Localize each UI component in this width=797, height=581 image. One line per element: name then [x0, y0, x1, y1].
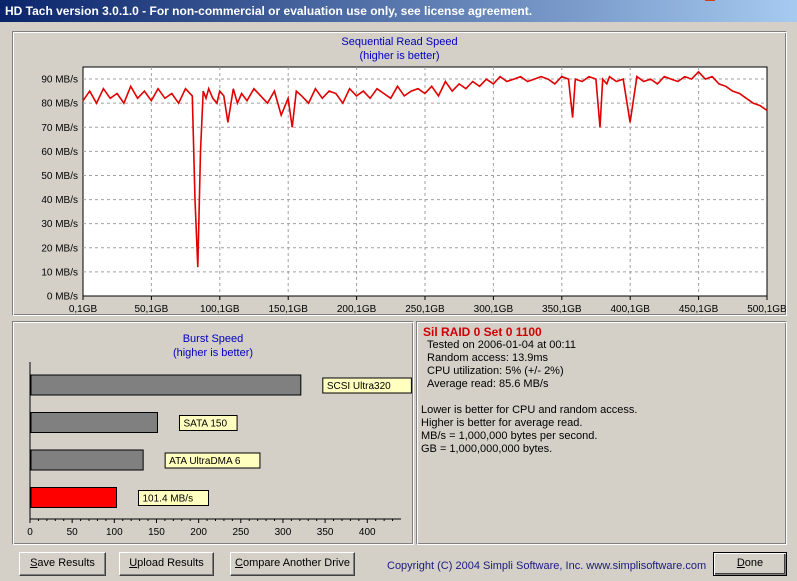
drive-name: Sil RAID 0 Set 0 1100 [423, 325, 542, 339]
seq-y-tick-label: 60 MB/s [41, 147, 78, 158]
burst-x-tick-label: 100 [106, 527, 123, 538]
burst-bar [30, 487, 117, 508]
seq-y-tick-label: 40 MB/s [41, 195, 78, 206]
burst-bar-label: SATA 150 [183, 419, 227, 430]
seq-x-tick-label: 250,1GB [405, 304, 445, 315]
burst-bar [30, 374, 302, 396]
seq-x-tick-label: 500,1GB [747, 304, 786, 315]
window-title: HD Tach version 3.0.1.0 - For non-commer… [5, 4, 533, 18]
random-access: Random access: 13.9ms [427, 352, 549, 364]
seq-y-tick-label: 20 MB/s [41, 243, 78, 254]
seq-y-tick-label: 50 MB/s [41, 171, 78, 182]
tested-date: Tested on 2006-01-04 at 00:11 [427, 339, 577, 351]
note-higher-better: Higher is better for average read. [421, 417, 583, 429]
burst-x-tick-label: 0 [27, 527, 33, 538]
burst-bar-label: ATA UltraDMA 6 [169, 456, 241, 467]
compare-accel-key: C [235, 557, 243, 569]
save-results-button[interactable]: Save Results [19, 552, 106, 576]
copyright-text: Copyright (C) 2004 Simpli Software, Inc.… [387, 560, 707, 572]
close-icon[interactable] [705, 0, 715, 1]
seq-x-tick-label: 100,1GB [200, 304, 240, 315]
burst-x-tick-label: 200 [190, 527, 207, 538]
average-read: Average read: 85.6 MB/s [427, 378, 549, 390]
done-accel-key: D [736, 557, 745, 569]
note-gb-def: GB = 1,000,000,000 bytes. [421, 443, 553, 455]
seq-x-tick-label: 350,1GB [542, 304, 582, 315]
note-mbs-def: MB/s = 1,000,000 bytes per second. [421, 430, 598, 442]
burst-speed-panel: Burst Speed (higher is better) 0 50 100 150… [12, 321, 414, 545]
save-label: ave Results [37, 557, 95, 569]
seq-x-tick-label: 450,1GB [679, 304, 719, 315]
sequential-read-panel: Sequential Read Speed (higher is better)… [12, 31, 787, 316]
upload-label: pload Results [137, 557, 204, 569]
seq-y-tick-label: 70 MB/s [41, 123, 78, 134]
burst-x-tick-label: 400 [359, 527, 376, 538]
cpu-utilization: CPU utilization: 5% (+/- 2%) [427, 365, 564, 377]
burst-bar-label: SCSI Ultra320 [327, 381, 391, 392]
burst-x-tick-label: 50 [67, 527, 79, 538]
seq-y-tick-label: 30 MB/s [41, 219, 78, 230]
compare-drive-button[interactable]: Compare Another Drive [230, 552, 355, 576]
seq-x-tick-label: 200,1GB [337, 304, 377, 315]
sequential-read-chart: 0 MB/s 10 MB/s 20 MB/s 30 MB/s 40 MB/s 50 MB/… [41, 66, 786, 315]
seq-x-tick-label: 300,1GB [474, 304, 514, 315]
seq-y-tick-label: 90 MB/s [41, 75, 78, 86]
seq-x-tick-label: 50,1GB [134, 304, 168, 315]
burst-speed-chart: 0 50 100 150 200 250 300 350 400 SCSI Ultra320 SAT… [27, 362, 412, 538]
seq-x-tick-label: 400,1GB [610, 304, 650, 315]
burst-bar [30, 449, 144, 471]
note-lower-better: Lower is better for CPU and random acces… [421, 404, 638, 416]
burst-x-tick-label: 300 [275, 527, 292, 538]
done-label: one [744, 557, 764, 569]
seq-y-tick-label: 10 MB/s [41, 267, 78, 278]
compare-label: ompare Another Drive [242, 557, 350, 569]
burst-x-tick-label: 150 [148, 527, 165, 538]
burst-bar [30, 412, 158, 433]
window-titlebar[interactable]: HD Tach version 3.0.1.0 - For non-commer… [0, 0, 797, 22]
drive-info-panel: Sil RAID 0 Set 0 1100 Tested on 2006-01-… [416, 321, 787, 545]
burst-x-tick-label: 350 [317, 527, 334, 538]
seq-x-tick-label: 150,1GB [268, 304, 308, 315]
seq-y-tick-label: 80 MB/s [41, 99, 78, 110]
upload-accel-key: U [129, 557, 138, 569]
seq-y-tick-label: 0 MB/s [47, 292, 78, 303]
burst-bar-label: 101.4 MB/s [142, 494, 193, 505]
done-button[interactable]: Done [713, 552, 787, 576]
burst-x-tick-label: 250 [232, 527, 249, 538]
upload-results-button[interactable]: Upload Results [119, 552, 214, 576]
seq-x-tick-label: 0,1GB [69, 304, 98, 315]
